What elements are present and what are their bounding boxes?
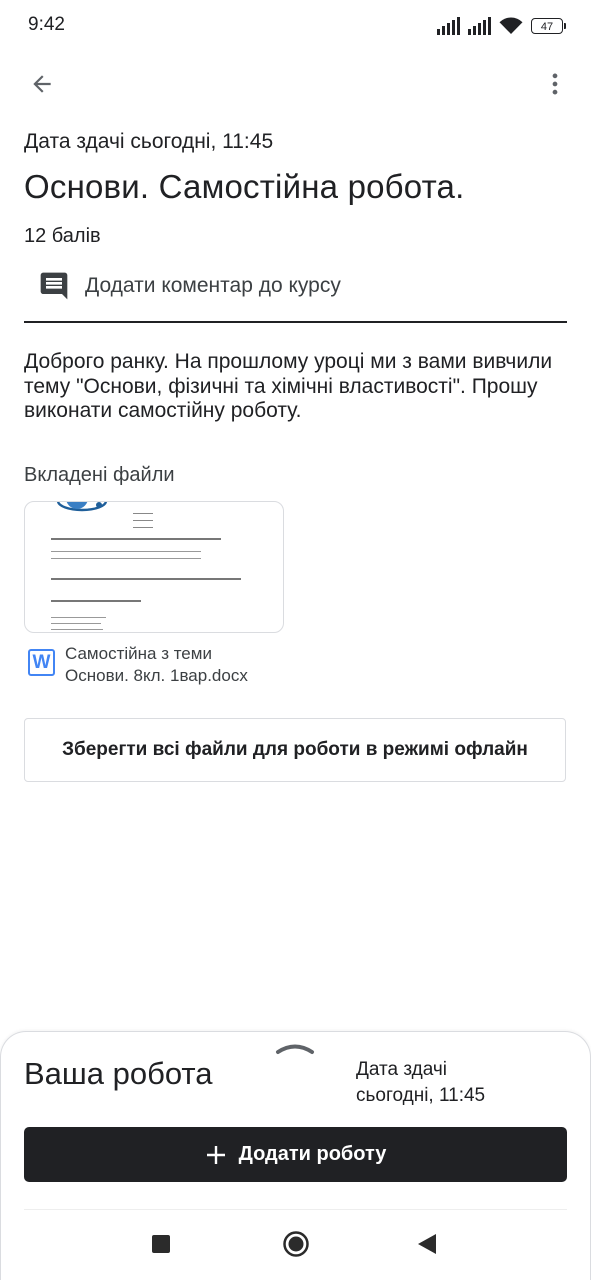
file-name-line-1: Самостійна з теми (65, 644, 212, 663)
due-line-1: Дата здачі (356, 1059, 448, 1080)
your-work-title: Ваша робота (24, 1056, 213, 1091)
add-comment-label: Додати коментар до курсу (85, 274, 341, 297)
expand-sheet-handle[interactable] (275, 1038, 315, 1061)
attachment-file[interactable]: W Самостійна з теми Основи. 8кл. 1вар.do… (28, 643, 248, 687)
add-class-comment-button[interactable]: Додати коментар до курсу (38, 268, 341, 304)
system-back-button[interactable] (416, 1233, 438, 1255)
attachments-heading: Вкладені файли (24, 464, 175, 486)
word-doc-icon: W (28, 649, 55, 676)
points: 12 балів (24, 225, 101, 247)
assignment-title: Основи. Самостійна робота. (24, 168, 465, 205)
battery-icon: 47 (531, 18, 566, 34)
file-name: Самостійна з теми Основи. 8кл. 1вар.docx (65, 643, 248, 687)
document-preview-text (43, 510, 273, 630)
status-time: 9:42 (28, 14, 65, 35)
due-line-2: сьогодні, 11:45 (356, 1085, 486, 1106)
chevron-up-icon (276, 1044, 314, 1054)
save-offline-button[interactable]: Зберегти всі файли для роботи в режимі о… (24, 718, 566, 782)
add-work-label: Додати роботу (238, 1143, 387, 1165)
file-name-line-2: Основи. 8кл. 1вар.docx (65, 666, 248, 685)
status-icons: 47 (437, 14, 566, 38)
plus-icon (206, 1145, 225, 1164)
more-options-button[interactable] (537, 66, 573, 102)
signal-icon (437, 17, 460, 35)
comment-icon (40, 272, 68, 300)
add-work-button[interactable]: Додати роботу (24, 1127, 567, 1182)
due-date: Дата здачі сьогодні, 11:45 (24, 130, 274, 153)
your-work-due-date: Дата здачі сьогодні, 11:45 (356, 1057, 536, 1109)
wifi-icon (499, 17, 523, 34)
arrow-back-icon (33, 75, 51, 93)
assignment-description: Доброго ранку. На прошлому уроці ми з ва… (24, 350, 553, 422)
recent-apps-button[interactable] (152, 1235, 170, 1253)
divider (24, 321, 567, 323)
home-button[interactable] (282, 1230, 310, 1258)
signal-2-icon (468, 17, 491, 35)
more-vert-icon (552, 73, 558, 95)
attachment-thumbnail[interactable] (24, 501, 284, 633)
back-button[interactable] (24, 66, 60, 102)
sheet-separator (24, 1209, 567, 1210)
